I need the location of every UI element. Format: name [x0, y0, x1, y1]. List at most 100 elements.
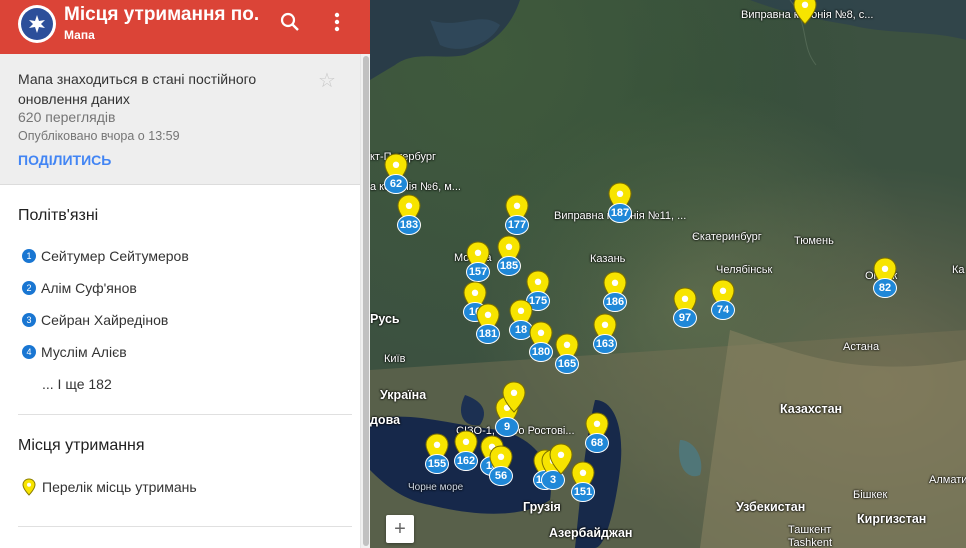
list-item[interactable]: 1 Сейтумер Сейтумеров: [22, 246, 189, 266]
map-marker[interactable]: 74: [708, 278, 738, 320]
map-marker[interactable]: 82: [870, 256, 900, 298]
map-marker[interactable]: 157: [463, 240, 493, 282]
map-marker[interactable]: [546, 442, 576, 484]
marker-number-icon: 4: [22, 345, 36, 359]
map-title: Місця утримання по...: [64, 4, 260, 25]
marker-count-badge: 186: [603, 292, 627, 312]
marker-count-badge: 155: [425, 454, 449, 474]
published-time: Опубліковано вчора о 13:59: [18, 129, 180, 143]
map-marker[interactable]: 183: [394, 193, 424, 235]
marker-count-badge: 162: [454, 451, 478, 471]
zoom-in-button[interactable]: +: [386, 515, 414, 543]
map-description: Мапа знаходиться в стані постійного онов…: [18, 71, 257, 107]
map-place-label: Tashkent: [788, 537, 833, 548]
map-canvas[interactable]: Виправна колонія №8, с... кт-Петербург а…: [370, 0, 966, 548]
map-marker[interactable]: 177: [502, 193, 532, 235]
list-item-label: Муслім Алієв: [41, 344, 127, 360]
map-marker[interactable]: 68: [582, 411, 612, 453]
map-place-label: Ка: [952, 264, 965, 276]
map-marker[interactable]: 186: [600, 270, 630, 312]
share-button[interactable]: ПОДІЛИТИСЬ: [18, 152, 111, 168]
map-place-label: дова: [370, 413, 401, 427]
map-logo[interactable]: [18, 5, 56, 43]
map-marker[interactable]: 97: [670, 286, 700, 328]
map-place-label: Казань: [590, 253, 626, 265]
more-vert-icon: [334, 12, 340, 32]
map-marker[interactable]: 181: [473, 302, 503, 344]
places-section-title: Місця утримання: [18, 437, 145, 454]
map-marker[interactable]: 163: [590, 312, 620, 354]
map-place-label: Алмати: [929, 474, 966, 486]
marker-number-icon: 3: [22, 313, 36, 327]
list-item[interactable]: Перелік місць утримань: [22, 477, 197, 497]
side-panel: Місця утримання по... Мапа Мапа знаходит…: [0, 0, 370, 548]
yellow-pin-icon: [22, 478, 36, 496]
list-item[interactable]: 4 Муслім Алієв: [22, 342, 127, 362]
map-place-label: Узбекистан: [736, 500, 806, 514]
more-options-button[interactable]: [325, 10, 349, 34]
marker-count-badge: 62: [384, 174, 408, 194]
marker-count-badge: 157: [466, 262, 490, 282]
map-logo-icon: [21, 8, 53, 40]
list-item-label: Перелік місць утримань: [42, 479, 197, 495]
panel-header: Місця утримання по... Мапа: [0, 0, 370, 54]
yellow-pin-icon: [793, 0, 817, 25]
star-icon[interactable]: ☆: [318, 68, 336, 93]
map-place-label: Київ: [384, 353, 406, 365]
yellow-pin-icon: [549, 443, 573, 475]
marker-count-badge: 82: [873, 278, 897, 298]
list-item[interactable]: 2 Алім Суф'янов: [22, 278, 137, 298]
list-item-label: Алім Суф'янов: [41, 280, 137, 296]
map-place-label: Челябінськ: [716, 264, 773, 276]
marker-count-badge: 183: [397, 215, 421, 235]
map-marker[interactable]: 165: [552, 332, 582, 374]
map-marker[interactable]: 185: [494, 234, 524, 276]
map-place-label: Ташкент: [788, 524, 832, 536]
marker-count-badge: 56: [489, 466, 513, 486]
map-marker[interactable]: [790, 0, 820, 34]
map-place-label: Україна: [380, 388, 427, 402]
list-item[interactable]: 3 Сейран Хайредінов: [22, 310, 168, 330]
search-button[interactable]: [278, 10, 302, 34]
map-place-label: Грузія: [523, 500, 561, 514]
map-marker[interactable]: [499, 380, 529, 422]
map-marker[interactable]: 155: [422, 432, 452, 474]
yellow-pin-icon: [502, 381, 526, 413]
prisoners-section-title: Політв'язні: [18, 207, 99, 224]
show-more-link[interactable]: ... І ще 182: [42, 376, 112, 392]
list-item-label: Сейтумер Сейтумеров: [41, 248, 189, 264]
section-divider: [18, 526, 352, 527]
map-info: Мапа знаходиться в стані постійного онов…: [0, 54, 360, 185]
map-marker[interactable]: 56: [486, 444, 516, 486]
section-divider: [18, 414, 352, 415]
list-item-label: Сейран Хайредінов: [41, 312, 169, 328]
map-place-label: Азербайджан: [549, 526, 633, 540]
map-place-label: Єкатеринбург: [692, 231, 762, 243]
marker-count-badge: 74: [711, 300, 735, 320]
marker-count-badge: 97: [673, 308, 697, 328]
map-marker[interactable]: 62: [381, 152, 411, 194]
marker-count-badge: 181: [476, 324, 500, 344]
scrollbar-thumb[interactable]: [363, 56, 369, 546]
marker-count-badge: 185: [497, 256, 521, 276]
marker-count-badge: 177: [505, 215, 529, 235]
marker-count-badge: 187: [608, 203, 632, 223]
marker-count-badge: 165: [555, 354, 579, 374]
map-place-label: Тюмень: [794, 235, 834, 247]
views-count: 620 переглядів: [18, 109, 116, 125]
map-place-label: Киргизстан: [857, 512, 927, 526]
marker-count-badge: 68: [585, 433, 609, 453]
search-icon: [280, 12, 299, 31]
marker-count-badge: 151: [571, 482, 595, 502]
marker-number-icon: 1: [22, 249, 36, 263]
marker-count-badge: 180: [529, 342, 553, 362]
map-place-label: Казахстан: [780, 402, 843, 416]
map-marker[interactable]: 187: [605, 181, 635, 223]
map-place-label: Бішкек: [853, 489, 888, 501]
app-root: Місця утримання по... Мапа Мапа знаходит…: [0, 0, 966, 548]
map-place-label: Чорне море: [408, 482, 464, 493]
map-subtitle: Мапа: [64, 28, 95, 42]
panel-scrollbar[interactable]: [360, 54, 370, 548]
marker-number-icon: 2: [22, 281, 36, 295]
map-place-label: Русь: [370, 312, 400, 326]
